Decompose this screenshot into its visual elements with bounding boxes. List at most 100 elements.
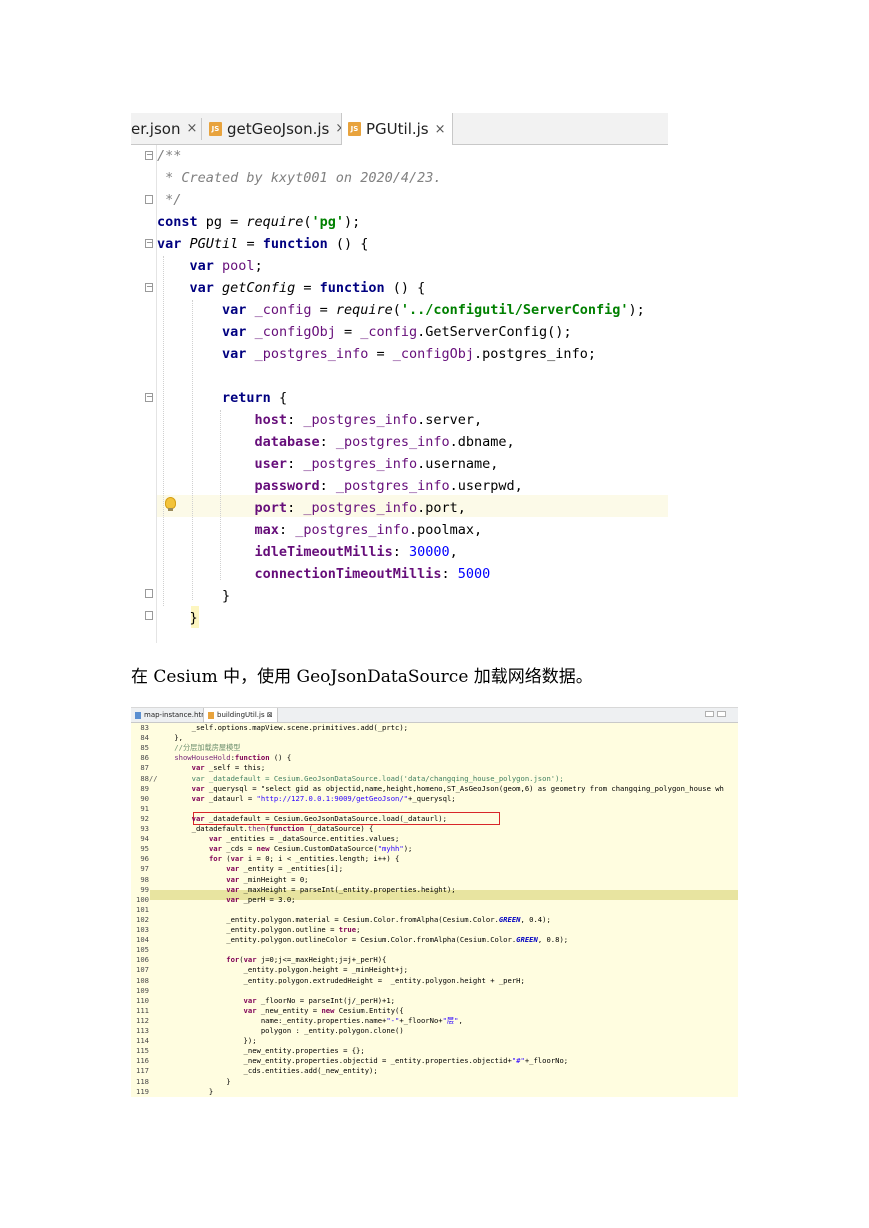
code-line: _self.options.mapView.scene.primitives.a… xyxy=(157,723,408,732)
code-line: _entity.polygon.material = Cesium.Color.… xyxy=(157,914,551,924)
tab-map-instance-html[interactable]: map-instance.html xyxy=(131,708,214,722)
tab-label: er.json xyxy=(131,119,181,138)
line-number: 114 xyxy=(136,1036,149,1046)
code-line: var _entity = _entities[i]; xyxy=(226,864,344,874)
js-file-icon: JS xyxy=(209,121,222,136)
line-number: 94 xyxy=(140,834,149,844)
line-number: 110 xyxy=(136,995,149,1005)
line-number: 91 xyxy=(140,803,149,813)
tab-divider xyxy=(201,118,202,140)
code-line: var PGUtil = function () { xyxy=(157,236,369,252)
code-line: _cds.entities.add(_new_entity); xyxy=(157,1066,378,1076)
line-number: 96 xyxy=(140,854,149,864)
eclipse-editor-screenshot: map-instance.html buildingUtil.js ⊠ 83 84… xyxy=(131,707,738,1097)
code-line: polygon : _entity.polygon.clone() xyxy=(157,1026,404,1035)
line-number: 83 xyxy=(140,723,149,732)
code-line: var _maxHeight = parseInt(_entity.proper… xyxy=(226,884,456,894)
code-line: max: _postgres_info.poolmax, xyxy=(254,522,483,538)
code-line: const pg = require('pg'); xyxy=(157,214,361,230)
code-line: var _entities = _dataSource.entities.val… xyxy=(208,834,400,844)
js-file-icon xyxy=(208,711,214,719)
code-line: var _datadefault = Cesium.GeoJsonDataSou… xyxy=(157,773,564,783)
line-number: 90 xyxy=(140,793,149,803)
line-number: 100 xyxy=(136,894,149,904)
code-line: database: _postgres_info.dbname, xyxy=(254,434,515,450)
code-line: * Created by kxyt001 on 2020/4/23. xyxy=(157,170,442,186)
code-line: for(var j=0;j<=_maxHeight;j=j+_perH){ xyxy=(226,955,387,965)
line-number: 97 xyxy=(140,864,149,874)
code-line: var _datadefault = Cesium.GeoJsonDataSou… xyxy=(191,813,447,823)
code-line: password: _postgres_info.userpwd, xyxy=(254,478,523,494)
line-number: 86 xyxy=(140,753,149,763)
code-line: _entity.polygon.outline = true; xyxy=(157,925,361,934)
line-number: 85 xyxy=(140,743,149,753)
line-number: 101 xyxy=(136,904,149,914)
line-number: 113 xyxy=(136,1026,149,1035)
code-line: var _minHeight = 0; xyxy=(226,874,309,884)
caption-paragraph: 在 Cesium 中，使用 GeoJsonDataSource 加载网络数据。 xyxy=(131,667,593,687)
tab-pgutil-js[interactable]: JS PGUtil.js × xyxy=(341,113,453,145)
code-line: user: _postgres_info.username, xyxy=(254,456,499,472)
webstorm-editor-screenshot: er.json × JS getGeoJson.js × JS PGUtil.j… xyxy=(131,113,668,643)
code-line: var getConfig = function () { xyxy=(189,280,426,296)
line-number: 89 xyxy=(140,783,149,793)
line-number: 118 xyxy=(136,1076,149,1086)
code-line: var _cds = new Cesium.CustomDataSource("… xyxy=(208,844,413,854)
code-line: */ xyxy=(157,192,182,208)
line-number: 112 xyxy=(136,1015,149,1025)
line-number: 87 xyxy=(140,763,149,773)
code-line: var _perH = 3.0; xyxy=(226,894,296,904)
line-number: 109 xyxy=(136,985,149,995)
minimize-icon[interactable] xyxy=(705,711,714,717)
code-line: idleTimeoutMillis: 30000, xyxy=(254,544,458,560)
tab-label: buildingUtil.js ⊠ xyxy=(217,711,273,719)
code-line: }, xyxy=(157,733,183,743)
fold-end-icon[interactable] xyxy=(145,611,153,620)
tab-label: getGeoJson.js xyxy=(227,119,330,138)
line-number: 117 xyxy=(136,1066,149,1076)
code-line: } xyxy=(157,610,198,626)
close-icon[interactable]: × xyxy=(435,122,446,137)
line-number: 107 xyxy=(136,965,149,975)
code-line: var _postgres_info = _configObj.postgres… xyxy=(222,346,596,362)
fold-marker-icon[interactable]: − xyxy=(145,151,153,160)
code-line: _new_entity.properties.objectid = _entit… xyxy=(157,1056,569,1066)
code-line: } xyxy=(157,588,231,604)
code-line: _entity.polygon.outlineColor = Cesium.Co… xyxy=(157,935,569,945)
code-line: var _querysql = "select gid as objectid,… xyxy=(191,783,724,793)
fold-marker-icon[interactable]: − xyxy=(145,239,153,248)
code-line: } xyxy=(157,1076,231,1086)
code-line: var _self = this; xyxy=(191,763,266,773)
fold-marker-icon[interactable]: − xyxy=(145,393,153,402)
html-file-icon xyxy=(135,711,141,719)
tab-server-json[interactable]: er.json × xyxy=(131,113,197,144)
code-line: var pool; xyxy=(189,258,263,274)
code-line: //分层加载房屋模型 xyxy=(157,743,241,753)
tab-getgeojson-js[interactable]: JS getGeoJson.js × xyxy=(209,113,346,144)
fold-end-icon[interactable] xyxy=(145,589,153,598)
code-line: connectionTimeoutMillis: 5000 xyxy=(254,566,491,582)
line-number: 102 xyxy=(136,914,149,924)
line-number: 99 xyxy=(140,884,149,894)
fold-end-icon[interactable] xyxy=(145,195,153,204)
code-line: showHouseHold:function () { xyxy=(174,753,292,763)
line-number: 116 xyxy=(136,1056,149,1066)
line-number: 108 xyxy=(136,975,149,985)
code-line: for (var i = 0; i < _entities.length; i+… xyxy=(208,854,400,864)
tab-label: PGUtil.js xyxy=(366,120,429,138)
line-number: 95 xyxy=(140,844,149,854)
code-line: var _new_entity = new Cesium.Entity({ xyxy=(243,1005,404,1015)
code-line: /** xyxy=(157,148,182,164)
code-line: }); xyxy=(157,1036,257,1046)
code-line: var _configObj = _config.GetServerConfig… xyxy=(222,324,572,340)
line-number: 115 xyxy=(136,1046,149,1056)
fold-marker-icon[interactable]: − xyxy=(145,283,153,292)
code-line: _datadefault.then(function (_dataSource)… xyxy=(157,824,374,833)
editor-tab-bar: map-instance.html buildingUtil.js ⊠ xyxy=(131,708,738,723)
maximize-icon[interactable] xyxy=(717,711,726,717)
close-icon[interactable]: × xyxy=(186,121,197,136)
tab-buildingutil-js[interactable]: buildingUtil.js ⊠ xyxy=(203,708,278,722)
line-number: 98 xyxy=(140,874,149,884)
line-number: 88 xyxy=(140,773,149,783)
line-number: 92 xyxy=(140,813,149,823)
